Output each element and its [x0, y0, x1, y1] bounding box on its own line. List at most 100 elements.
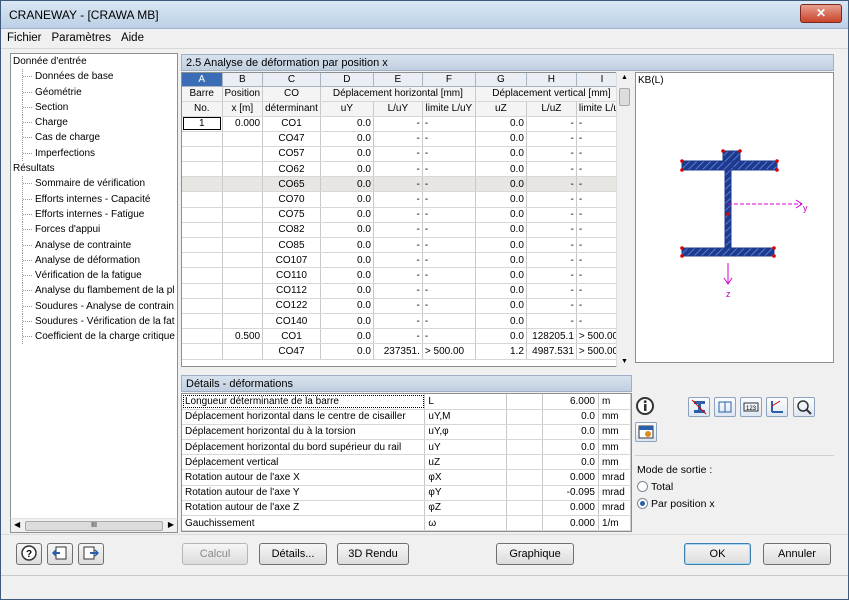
table-cell[interactable]: 0.0: [475, 191, 527, 208]
table-row[interactable]: CO122 0.0- -0.0- -: [182, 298, 629, 314]
table-cell[interactable]: -: [373, 191, 423, 208]
table-cell[interactable]: -: [422, 222, 476, 239]
scroll-thumb[interactable]: III: [25, 521, 163, 531]
radio-par-position-circle[interactable]: [637, 498, 648, 509]
radio-total[interactable]: Total: [637, 481, 673, 493]
table-cell[interactable]: -: [373, 176, 423, 193]
table-cell[interactable]: [222, 191, 264, 208]
import-button[interactable]: [47, 543, 73, 565]
table-row[interactable]: CO85 0.0- -0.0- -: [182, 237, 629, 254]
table-cell[interactable]: -: [422, 298, 476, 314]
stress-points-button[interactable]: 123: [740, 397, 762, 417]
table-cell[interactable]: 0.0: [320, 191, 374, 208]
table-cell[interactable]: [222, 207, 264, 223]
table-cell[interactable]: -: [373, 146, 423, 163]
table-cell[interactable]: 0.0: [475, 131, 527, 147]
table-row[interactable]: CO107 0.0- -0.0- -: [182, 252, 629, 269]
nav-item[interactable]: Analyse de contrainte: [11, 237, 177, 253]
table-cell[interactable]: CO75: [262, 207, 321, 223]
table-cell[interactable]: 0.0: [475, 252, 527, 269]
column-letter[interactable]: B: [222, 73, 264, 87]
table-cell[interactable]: 0.0: [475, 161, 527, 178]
table-cell[interactable]: -: [422, 207, 476, 223]
table-cell[interactable]: [182, 161, 223, 178]
table-cell[interactable]: 0.0: [475, 116, 527, 132]
table-cell[interactable]: -: [526, 267, 577, 284]
nav-item[interactable]: Charge: [11, 115, 177, 131]
table-cell[interactable]: 128205.1: [526, 328, 577, 345]
table-cell[interactable]: CO62: [262, 161, 321, 178]
detail-row[interactable]: Déplacement horizontal du bord supérieur…: [182, 439, 632, 456]
detail-row[interactable]: Déplacement vertical uZ 0.0 mm: [182, 454, 632, 471]
table-cell[interactable]: [222, 176, 264, 193]
table-cell[interactable]: 0.0: [320, 207, 374, 223]
nav-item[interactable]: Efforts internes - Capacité: [11, 191, 177, 207]
table-cell[interactable]: -: [526, 313, 577, 330]
table-cell[interactable]: 0.0: [475, 207, 527, 223]
nav-item[interactable]: Sommaire de vérification: [11, 176, 177, 192]
table-row[interactable]: CO62 0.0- -0.0- -: [182, 161, 629, 178]
axes-button[interactable]: [766, 397, 788, 417]
table-cell[interactable]: [222, 222, 264, 239]
table-scroll-thumb[interactable]: [619, 88, 630, 106]
table-cell[interactable]: -: [373, 252, 423, 269]
table-cell[interactable]: 0.0: [475, 267, 527, 284]
column-letter[interactable]: H: [526, 73, 577, 87]
detail-row[interactable]: Rotation autour de l'axe XφX 0.000 mrad: [182, 469, 632, 486]
table-cell[interactable]: CO112: [262, 283, 321, 299]
table-row[interactable]: CO70 0.0- -0.0- -: [182, 191, 629, 208]
table-cell[interactable]: CO82: [262, 222, 321, 239]
table-cell[interactable]: 0.0: [475, 146, 527, 163]
table-cell[interactable]: 0.0: [320, 116, 374, 132]
table-cell[interactable]: -: [422, 146, 476, 163]
table-cell[interactable]: CO65: [262, 176, 321, 193]
nav-item[interactable]: Donnée d'entrée: [11, 54, 177, 69]
nav-item[interactable]: Cas de charge: [11, 130, 177, 146]
table-cell[interactable]: -: [422, 237, 476, 254]
table-cell[interactable]: [222, 252, 264, 269]
nav-item[interactable]: Analyse du flambement de la pl: [11, 283, 177, 299]
cancel-button[interactable]: Annuler: [763, 543, 831, 565]
table-cell[interactable]: -: [526, 131, 577, 147]
table-cell[interactable]: -: [373, 283, 423, 299]
detail-row[interactable]: Rotation autour de l'axe YφY -0.095 mrad: [182, 485, 632, 501]
navigator-hscroll[interactable]: ◀ III ▶: [10, 518, 178, 533]
column-letter[interactable]: E: [373, 73, 423, 87]
table-row[interactable]: 1 0.000 CO1 0.0- -0.0- -: [182, 116, 629, 132]
table-cell[interactable]: -: [526, 176, 577, 193]
table-cell[interactable]: [222, 146, 264, 163]
nav-item[interactable]: Analyse de déformation: [11, 252, 177, 269]
table-cell[interactable]: 0.0: [320, 131, 374, 147]
navigator-tree[interactable]: Donnée d'entrée Données de base Géométrie S…: [10, 53, 178, 532]
table-cell[interactable]: 0.0: [475, 283, 527, 299]
scroll-up-icon[interactable]: ▲: [621, 74, 628, 81]
nav-item[interactable]: Géométrie: [11, 84, 177, 100]
table-cell[interactable]: -: [373, 313, 423, 330]
table-cell[interactable]: 0.0: [475, 328, 527, 345]
table-cell[interactable]: 0.0: [320, 267, 374, 284]
table-cell[interactable]: -: [422, 328, 476, 345]
table-cell[interactable]: -: [422, 191, 476, 208]
table-cell[interactable]: [222, 343, 264, 360]
table-cell[interactable]: [182, 146, 223, 163]
table-cell[interactable]: -: [373, 298, 423, 314]
table-cell[interactable]: [182, 343, 223, 360]
table-cell[interactable]: [222, 131, 264, 147]
table-row[interactable]: CO75 0.0- -0.0- -: [182, 207, 629, 223]
table-cell[interactable]: -: [373, 116, 423, 132]
table-cell[interactable]: 0.0: [320, 283, 374, 299]
table-cell[interactable]: 1.2: [475, 343, 527, 360]
table-cell[interactable]: CO70: [262, 191, 321, 208]
table-cell[interactable]: [222, 283, 264, 299]
table-cell[interactable]: CO1: [262, 116, 321, 132]
radio-total-circle[interactable]: [637, 481, 648, 492]
table-cell[interactable]: -: [526, 222, 577, 239]
table-cell[interactable]: [222, 313, 264, 330]
table-cell[interactable]: CO140: [262, 313, 321, 330]
table-cell[interactable]: CO110: [262, 267, 321, 284]
table-cell[interactable]: CO107: [262, 252, 321, 269]
table-cell[interactable]: -: [373, 222, 423, 239]
zoom-reset-button[interactable]: [793, 397, 815, 417]
table-cell[interactable]: 0.0: [320, 176, 374, 193]
table-row[interactable]: CO110 0.0- -0.0- -: [182, 267, 629, 284]
